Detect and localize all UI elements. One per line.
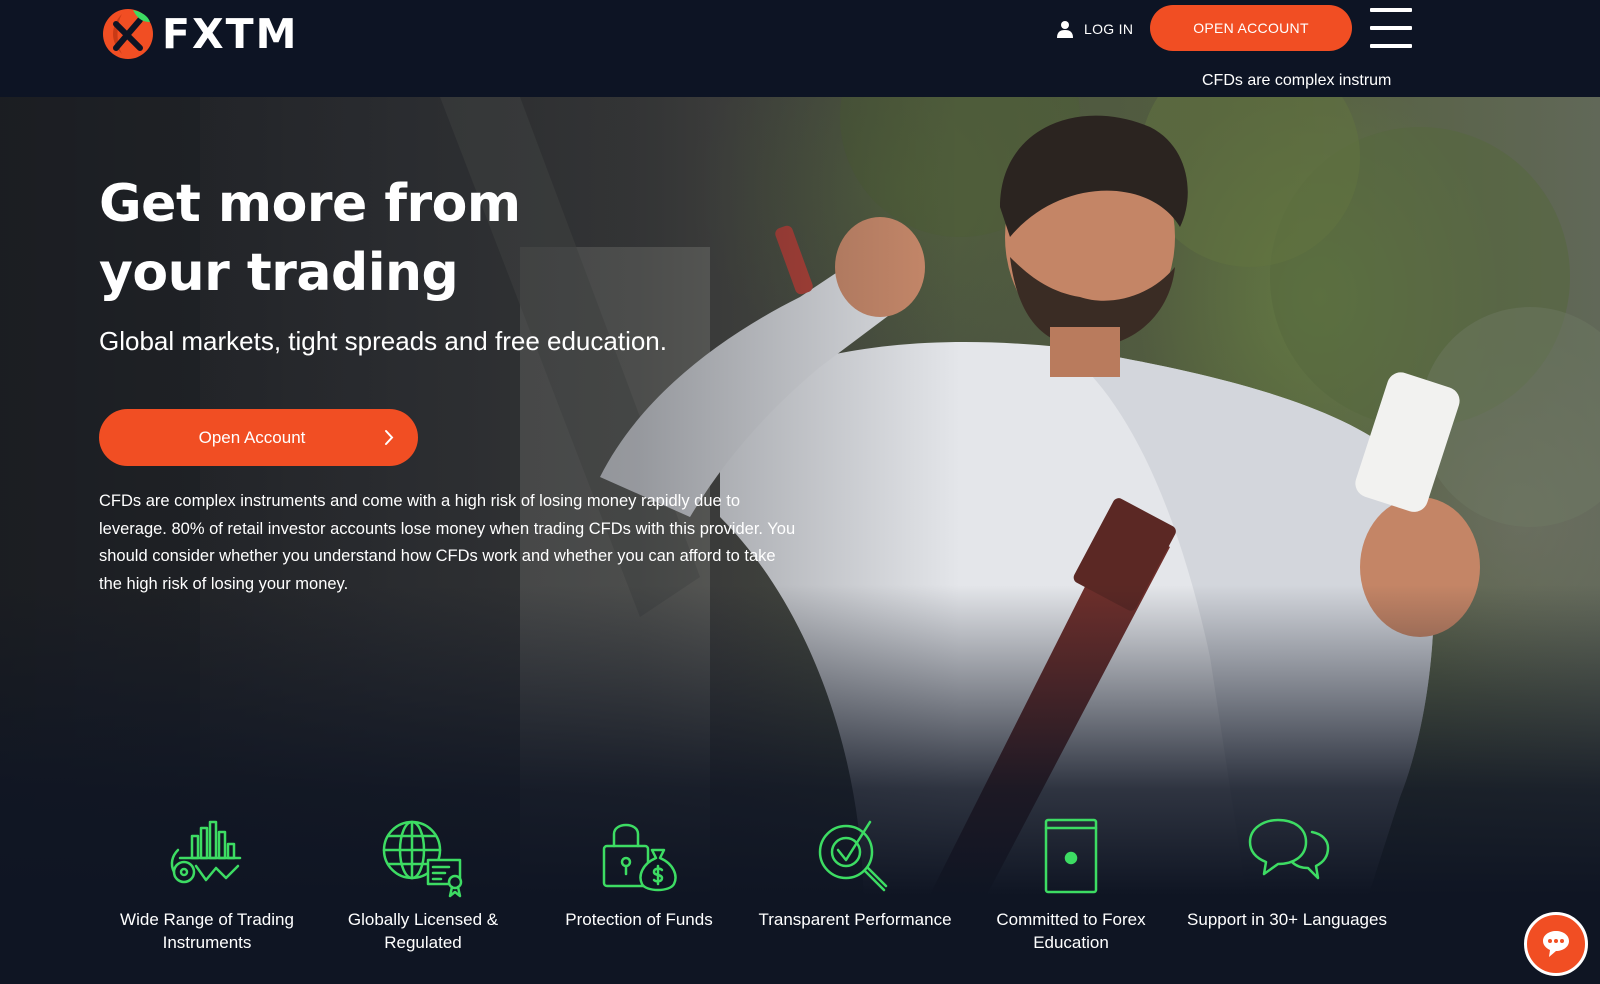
fxtm-logo-mark-icon xyxy=(103,9,153,59)
login-link[interactable]: LOG IN xyxy=(1056,18,1133,40)
open-account-hero-label: Open Account xyxy=(198,427,306,447)
padlock-moneybag-icon xyxy=(602,823,677,892)
globe-certificate-icon xyxy=(382,820,463,898)
hamburger-line xyxy=(1370,44,1412,48)
book-icon xyxy=(1044,818,1098,894)
chevron-right-icon xyxy=(385,430,394,445)
speech-bubbles-icon xyxy=(1248,818,1330,880)
fxtm-logo[interactable]: FXTM xyxy=(102,8,298,60)
feature-label: Protection of Funds xyxy=(565,910,713,929)
feature-label: Committed to Forex Education xyxy=(996,910,1146,952)
fxtm-homepage: FXTM LOG IN OPEN ACCOUNT CFDs are comple… xyxy=(0,0,1600,984)
user-icon xyxy=(1057,21,1073,38)
magnifier-check-icon xyxy=(818,820,888,892)
risk-warning-text: CFDs are complex instruments and come wi… xyxy=(99,492,796,593)
feature-licensed-regulated[interactable]: Globally Licensed & Regulated xyxy=(323,816,523,954)
hamburger-icon[interactable] xyxy=(1370,8,1412,48)
feature-transparent-performance[interactable]: Transparent Performance xyxy=(755,816,955,931)
chart-bars-icon xyxy=(170,820,242,884)
feature-language-support[interactable]: Support in 30+ Languages xyxy=(1187,816,1387,931)
open-account-header-button[interactable]: OPEN ACCOUNT xyxy=(1150,5,1352,51)
login-label: LOG IN xyxy=(1084,21,1134,37)
hamburger-line xyxy=(1370,26,1412,30)
hero-headline: Get more from your trading xyxy=(99,174,521,303)
top-navigation-bar: FXTM LOG IN OPEN ACCOUNT CFDs are comple… xyxy=(0,0,1600,97)
feature-label: Globally Licensed & Regulated xyxy=(347,910,499,952)
feature-protection-of-funds[interactable]: Protection of Funds xyxy=(539,816,739,931)
hero-subheadline: Global markets, tight spreads and free e… xyxy=(99,326,667,356)
hamburger-line xyxy=(1370,8,1412,12)
live-chat-button[interactable] xyxy=(1524,912,1588,976)
logo-wordmark: FXTM xyxy=(162,10,299,58)
feature-trading-instruments[interactable]: Wide Range of Trading Instruments xyxy=(107,816,307,954)
chat-icon xyxy=(1543,931,1569,957)
feature-label: Transparent Performance xyxy=(758,910,952,929)
features-row: Wide Range of Trading Instruments Global… xyxy=(0,816,1600,984)
risk-warning-ticker: CFDs are complex instrum xyxy=(1202,72,1392,89)
feature-label: Wide Range of Trading Instruments xyxy=(120,910,294,952)
feature-forex-education[interactable]: Committed to Forex Education xyxy=(971,816,1171,954)
feature-label: Support in 30+ Languages xyxy=(1187,910,1387,929)
open-account-hero-button[interactable]: Open Account xyxy=(99,409,418,466)
